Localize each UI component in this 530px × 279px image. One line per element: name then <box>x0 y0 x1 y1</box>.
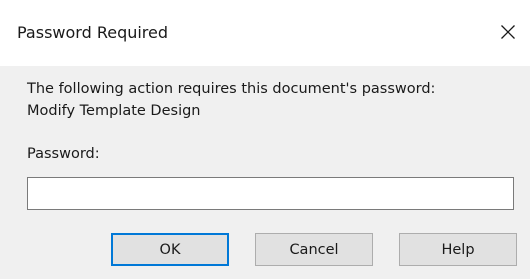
close-icon <box>500 24 516 40</box>
dialog-message: The following action requires this docum… <box>27 78 435 122</box>
action-name: Modify Template Design <box>27 103 201 119</box>
password-label: Password: <box>27 146 100 162</box>
cancel-button[interactable]: Cancel <box>255 233 373 266</box>
message-line: The following action requires this docum… <box>27 81 436 97</box>
title-bar: Password Required <box>0 0 530 66</box>
ok-button[interactable]: OK <box>111 233 229 266</box>
help-button[interactable]: Help <box>399 233 517 266</box>
dialog-title: Password Required <box>17 23 169 42</box>
password-dialog: Password Required The following action r… <box>0 0 530 279</box>
close-button[interactable] <box>486 12 530 52</box>
password-input[interactable] <box>27 177 514 210</box>
